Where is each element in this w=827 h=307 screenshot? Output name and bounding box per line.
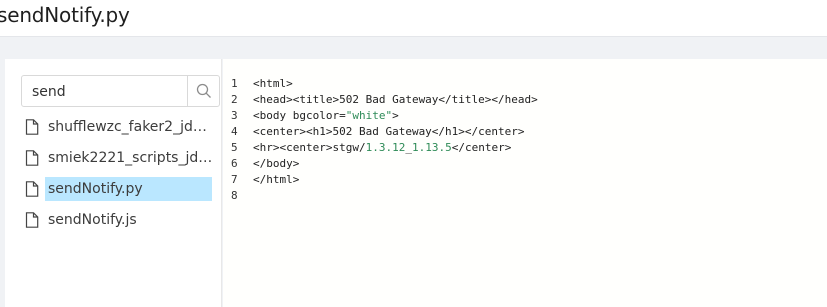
file-search <box>21 75 220 107</box>
code-line: 3 <body bgcolor= "white" > <box>231 108 538 124</box>
line-number: 1 <box>231 77 238 90</box>
code-content: 1 <html> 2 <head><title>502 Bad Gateway</t… <box>231 76 538 204</box>
file-label: sendNotify.js <box>48 212 137 228</box>
file-icon <box>25 148 43 168</box>
code-text: </body> <box>253 157 300 170</box>
line-number: 7 <box>231 173 238 186</box>
file-item[interactable]: shufflewzc_faker2_jd_se... <box>21 114 217 140</box>
file-item-selected[interactable]: sendNotify.py <box>21 176 217 202</box>
code-line: 4 <center><h1>502 Bad Gateway</h1></cente… <box>231 124 538 140</box>
search-button[interactable] <box>187 76 219 106</box>
search-icon <box>196 83 211 98</box>
code-line: 2 <head><title>502 Bad Gateway</title></h… <box>231 92 538 108</box>
code-text: > <box>392 109 399 122</box>
line-number: 2 <box>231 93 238 106</box>
code-line: 8 <box>231 188 538 204</box>
code-text: <center><h1>502 Bad Gateway</h1></center… <box>253 125 525 138</box>
file-item[interactable]: smiek2221_scripts_jd_se... <box>21 145 217 171</box>
line-number: 8 <box>231 189 238 202</box>
code-line: 1 <html> <box>231 76 538 92</box>
line-number: 5 <box>231 141 238 154</box>
code-number: 1.13.5 <box>411 141 452 154</box>
code-text: _ <box>405 141 412 154</box>
code-text: <html> <box>253 77 293 90</box>
code-string: "white" <box>345 109 393 122</box>
code-text: </center> <box>451 141 512 154</box>
code-text: <body bgcolor= <box>253 109 346 122</box>
code-line: 5 <hr><center>stgw/1.3.12 _ 1.13.5 </center> <box>231 140 538 156</box>
file-label: sendNotify.py <box>45 177 212 201</box>
line-number: 6 <box>231 157 238 170</box>
search-input[interactable] <box>32 82 182 102</box>
app-header: sendNotify.py <box>0 0 827 37</box>
file-item[interactable]: sendNotify.js <box>21 207 217 233</box>
code-number: 1.3.12 <box>365 141 406 154</box>
code-text: </html> <box>253 173 300 186</box>
code-line: 6 </body> <box>231 156 538 172</box>
file-list: shufflewzc_faker2_jd_se... smiek2221_scr… <box>21 114 217 238</box>
file-icon <box>25 117 43 137</box>
code-text: <hr><center>stgw/ <box>253 141 366 154</box>
line-number: 4 <box>231 125 238 138</box>
code-text: <head><title>502 Bad Gateway</title></he… <box>253 93 538 106</box>
file-icon <box>25 179 43 199</box>
page-title: sendNotify.py <box>0 3 130 27</box>
code-line: 7 </html> <box>231 172 538 188</box>
file-icon <box>25 210 43 230</box>
file-label: smiek2221_scripts_jd_se... <box>48 150 213 166</box>
line-number: 3 <box>231 109 238 122</box>
file-label: shufflewzc_faker2_jd_se... <box>48 119 213 135</box>
